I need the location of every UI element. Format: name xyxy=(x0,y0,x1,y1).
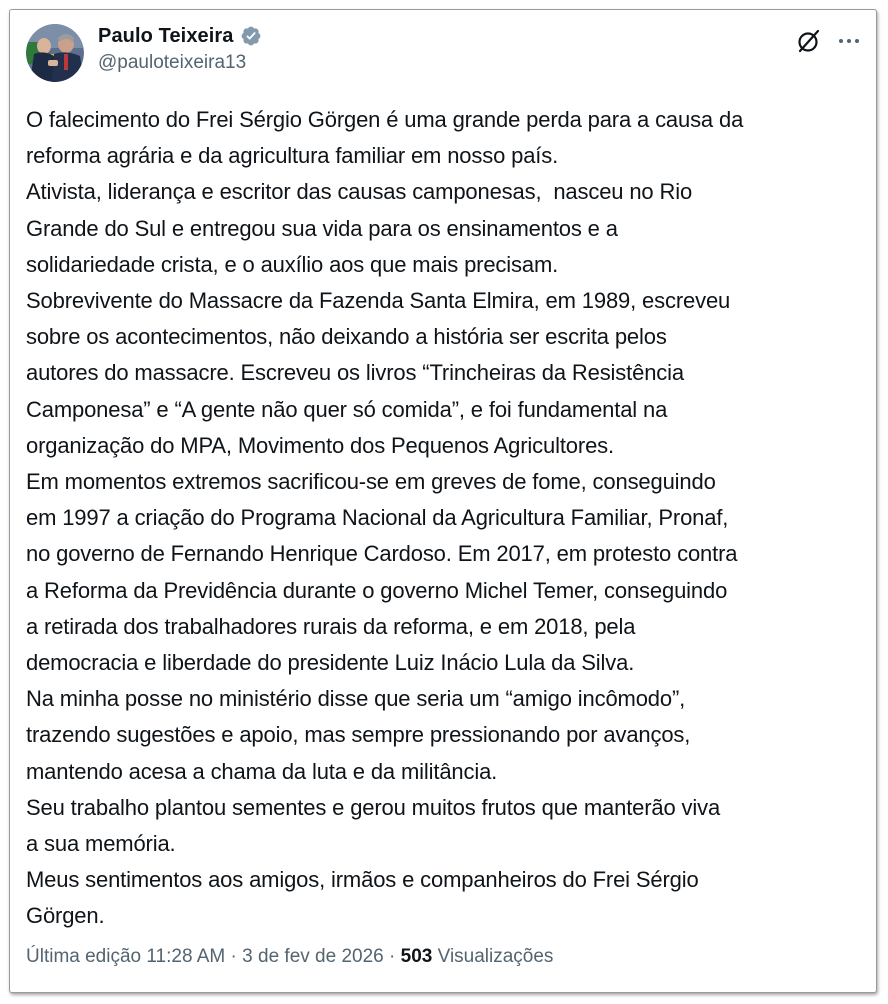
post-text-line: sobre os acontecimentos, não deixando a … xyxy=(26,324,667,350)
grok-icon[interactable] xyxy=(796,28,822,54)
post-text-line: a sua memória. xyxy=(26,831,176,857)
post-text-line: Grande do Sul e entregou sua vida para o… xyxy=(26,215,618,241)
post-text-line: Ativista, liderança e escritor das causa… xyxy=(26,179,693,205)
user-block: Paulo Teixeira @pauloteixeira13 xyxy=(98,22,262,74)
post-text-line: mantendo acesa a chama da luta e da mili… xyxy=(26,758,498,784)
post-text-line: a retirada dos trabalhadores rurais da r… xyxy=(26,613,636,639)
verified-badge-icon[interactable] xyxy=(240,25,262,47)
post-text-line: em 1997 a criação do Programa Nacional d… xyxy=(26,505,729,531)
views-label[interactable]: Visualizações xyxy=(438,946,554,967)
post-text-line: a Reforma da Previdência durante o gover… xyxy=(26,577,728,603)
avatar[interactable] xyxy=(26,24,84,82)
post-header: Paulo Teixeira @pauloteixeira13 xyxy=(26,22,862,84)
post-card: Paulo Teixeira @pauloteixeira13 O faleci… xyxy=(9,9,877,993)
post-text-line: Na minha posse no ministério disse que s… xyxy=(26,686,686,712)
meta-separator: · xyxy=(230,946,237,967)
post-text-line: Sobrevivente do Massacre da Fazenda Sant… xyxy=(26,288,731,314)
meta-separator: · xyxy=(389,946,396,967)
post-text-line: trazendo sugestões e apoio, mas sempre p… xyxy=(26,722,691,748)
post-time[interactable]: 11:28 AM xyxy=(146,946,225,967)
post-text-line: Camponesa” e “A gente não quer só comida… xyxy=(26,396,668,422)
display-name-row: Paulo Teixeira xyxy=(98,22,262,50)
post-meta: Última edição 11:28 AM · 3 de fev de 202… xyxy=(26,946,553,968)
user-handle[interactable]: @pauloteixeira13 xyxy=(98,52,262,74)
post-text-line: organização do MPA, Movimento dos Pequen… xyxy=(26,432,614,458)
post-text-line: Seu trabalho plantou sementes e gerou mu… xyxy=(26,794,721,820)
post-text-line: Görgen. xyxy=(26,903,105,929)
post-text-line: democracia e liberdade do presidente Lui… xyxy=(26,650,635,676)
more-options-icon[interactable] xyxy=(836,28,862,54)
post-text-line: Meus sentimentos aos amigos, irmãos e co… xyxy=(26,867,699,893)
post-text: O falecimento do Frei Sérgio Görgen é um… xyxy=(26,102,871,935)
post-text-line: no governo de Fernando Henrique Cardoso.… xyxy=(26,541,738,567)
post-text-line: O falecimento do Frei Sérgio Görgen é um… xyxy=(26,107,744,132)
post-text-line: solidariedade crista, e o auxílio aos qu… xyxy=(26,251,559,277)
avatar-image xyxy=(26,24,84,82)
post-text-line: Em momentos extremos sacrificou-se em gr… xyxy=(26,469,716,495)
display-name[interactable]: Paulo Teixeira xyxy=(98,25,234,48)
post-text-line: reforma agrária e da agricultura familia… xyxy=(26,143,559,169)
post-text-line: autores do massacre. Escreveu os livros … xyxy=(26,360,684,386)
post-date[interactable]: 3 de fev de 2026 xyxy=(242,946,384,967)
header-actions xyxy=(796,28,862,54)
edited-label[interactable]: Última edição xyxy=(26,946,141,967)
views-count[interactable]: 503 xyxy=(401,946,433,967)
page: Paulo Teixeira @pauloteixeira13 O faleci… xyxy=(0,0,888,1004)
